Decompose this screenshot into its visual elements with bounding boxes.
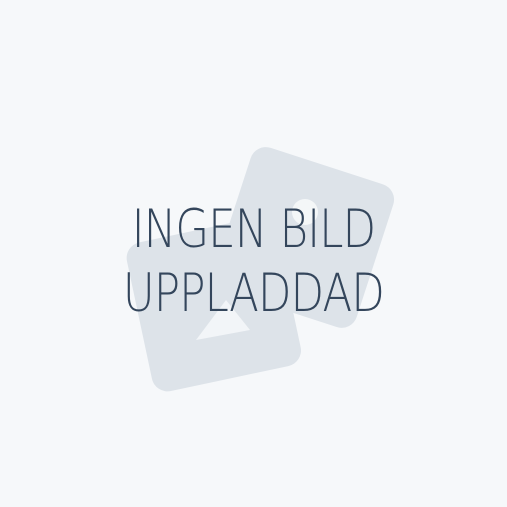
no-image-message: INGEN BILD UPPLADDAD — [0, 198, 507, 326]
no-image-message-line-1: INGEN BILD — [131, 199, 376, 260]
image-placeholder: INGEN BILD UPPLADDAD — [0, 0, 507, 507]
no-image-message-line-2: UPPLADDAD — [122, 263, 385, 324]
